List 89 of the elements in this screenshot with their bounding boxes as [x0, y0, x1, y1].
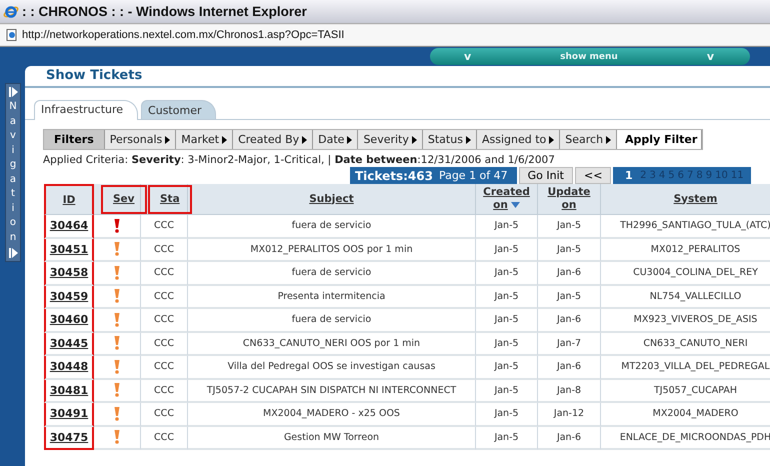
table-cell: CCC [154, 361, 174, 372]
filter-menu[interactable]: Personals [104, 130, 176, 149]
column-header[interactable]: Sev [101, 184, 147, 214]
browser-logo-icon [3, 4, 19, 20]
table-cell: fuera de servicio [292, 220, 372, 232]
table-cell: Jan-6 [556, 361, 582, 372]
column-header[interactable]: Sta [148, 184, 192, 214]
triangle-right-icon [347, 136, 352, 144]
applied-criteria: Applied Criteria: Severity: 3-Minor2-Major, 1-Critical, | Date between:12/31/2006 and 1/6/2007 [43, 153, 556, 167]
previous-button[interactable]: << [575, 167, 612, 184]
window-title: : : CHRONOS : : - Windows Internet Explorer [22, 4, 307, 19]
table-cell: Presenta intermitencia [278, 290, 386, 302]
apply-filter-button[interactable]: Apply Filter [617, 130, 702, 149]
go-init-button[interactable]: Go Init [518, 167, 573, 184]
table-cell: Jan-5 [494, 361, 519, 372]
page-link[interactable]: 1 [623, 169, 639, 182]
table-cell: Jan-6 [556, 432, 582, 443]
column-header[interactable]: System [674, 192, 718, 206]
table-cell: Jan-5 [556, 220, 582, 232]
table-cell: Jan-5 [494, 384, 519, 396]
table-cell: TH2996_SANTIAGO_TULA_(ATC) [620, 220, 770, 232]
table-cell: Jan-7 [556, 338, 582, 349]
table-cell: Jan-5 [494, 432, 519, 443]
table-cell: CCC [154, 314, 174, 326]
table-cell: Jan-5 [494, 338, 519, 349]
filter-menu[interactable]: Status [422, 130, 477, 149]
table-cell: Jan-5 [494, 244, 519, 255]
table-cell: Jan-5 [494, 290, 519, 302]
filter-menu[interactable]: Market [176, 130, 234, 149]
table-cell: Jan-8 [556, 384, 582, 396]
table-cell: fuera de servicio [292, 267, 372, 278]
filters-label: Filters [44, 130, 105, 149]
table-cell: MX923_VIVEROS_DE_ASIS [634, 314, 758, 326]
triangle-right-icon [302, 136, 308, 144]
table-cell: CN633_CANUTO_NERI [643, 338, 748, 349]
filter-menu[interactable]: Severity [358, 130, 423, 149]
table-cell: Jan-5 [494, 314, 519, 326]
table-cell: Gestion MW Torreon [284, 432, 380, 443]
column-header[interactable]: Subject [309, 192, 354, 206]
page-info: Page 1 of 47 [432, 167, 517, 184]
page-icon [6, 29, 18, 41]
address-field[interactable]: http://networkoperations.nextel.com.mx/Chronos1.asp?Opc=TASII [0, 25, 770, 45]
play-icon [8, 248, 18, 258]
ticket-count: Tickets:463 [350, 167, 433, 184]
table-cell: CCC [154, 384, 174, 396]
table-cell: Jan-5 [556, 290, 582, 302]
triangle-right-icon [222, 136, 228, 144]
table-cell: MT2203_VILLA_DEL_PEDREGAL [621, 361, 770, 372]
filter-menu[interactable]: Created By [233, 130, 314, 149]
triangle-right-icon [165, 136, 170, 144]
table-cell: CCC [154, 290, 174, 302]
table-cell: CCC [154, 267, 174, 278]
filter-menu[interactable]: Search [560, 130, 618, 149]
triangle-right-icon [466, 136, 471, 144]
table-cell: fuera de servicio [292, 314, 372, 326]
table-cell: TJ5057_CUCAPAH [654, 384, 737, 396]
table-cell: CCC [154, 244, 174, 255]
table-cell: Jan-6 [556, 314, 582, 326]
table-cell: CCC [154, 408, 174, 420]
triangle-right-icon [606, 136, 612, 144]
filter-menu[interactable]: Assigned to [476, 130, 560, 149]
table-cell: MX2004_MADERO [652, 408, 738, 420]
triangle-right-icon [549, 136, 554, 144]
table-cell: Jan-5 [494, 267, 519, 278]
table-cell: MX012_PERALITOS [650, 244, 740, 255]
table-cell: CCC [154, 432, 174, 443]
table-cell: CU3004_COLINA_DEL_REY [633, 267, 758, 278]
table-cell: Villa del Pedregal OOS se investigan causas [228, 361, 436, 372]
column-header[interactable]: ID [62, 194, 76, 206]
table-cell: MX2004_MADERO - x25 OOS [263, 408, 400, 420]
filter-menu[interactable]: Date [313, 130, 358, 149]
table-cell: NL754_VALLECILLO [650, 290, 742, 302]
table-cell: CN633_CANUTO_NERI OOS por 1 min [242, 338, 420, 349]
table-cell: ENLACE_DE_MICROONDAS_PDH [620, 432, 770, 443]
table-cell: CCC [154, 220, 174, 232]
triangle-right-icon [412, 136, 417, 144]
table-cell: CCC [154, 338, 174, 349]
table-cell: Jan-6 [556, 267, 582, 278]
table-cell: Jan-5 [494, 408, 519, 420]
table-cell: MX012_PERALITOS OOS por 1 min [250, 244, 413, 255]
table-cell: Jan-12 [554, 408, 584, 420]
table-cell: Jan-5 [494, 220, 519, 232]
tab[interactable]: Infraestructure [34, 100, 138, 120]
page-title: Show Tickets [25, 66, 770, 88]
table-cell: TJ5057-2 CUCAPAH SIN DISPATCH NI INTERCONNECT [206, 384, 456, 396]
navigation-tab[interactable]: Navigation [5, 83, 21, 262]
tab[interactable]: Customer [141, 100, 216, 119]
table-cell: Jan-5 [556, 244, 582, 255]
play-icon [8, 87, 18, 97]
